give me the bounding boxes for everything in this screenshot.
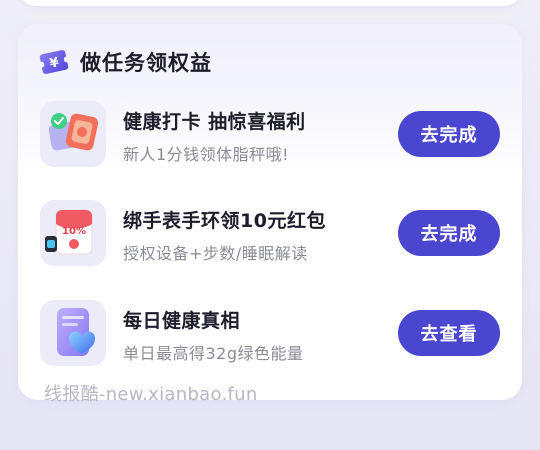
task-item-health-checkin[interactable]: 健康打卡 抽惊喜福利 新人1分钱领体脂秤哦! 去完成 bbox=[40, 101, 500, 169]
scale-gift-icon bbox=[40, 101, 106, 167]
task-title: 绑手表手环领10元红包 bbox=[123, 210, 326, 232]
previous-card bbox=[18, 0, 522, 6]
task-item-bind-watch[interactable]: 10% 绑手表手环领10元红包 授权设备+步数/睡眠解读 去完成 bbox=[40, 200, 500, 268]
watch-red-packet-icon: 10% bbox=[40, 200, 106, 266]
task-subtitle: 新人1分钱领体脂秤哦! bbox=[123, 145, 290, 164]
tasks-panel: ¥ 做任务领权益 健康打卡 抽惊喜福利 新人1分钱领体脂秤哦! 去完成 10% bbox=[18, 24, 522, 400]
complete-task-button[interactable]: 去完成 bbox=[398, 210, 500, 256]
red-packet-label: 10% bbox=[62, 226, 86, 237]
task-subtitle: 单日最高得32g绿色能量 bbox=[123, 344, 304, 363]
yen-ticket-icon: ¥ bbox=[39, 50, 69, 74]
task-item-daily-health-truth[interactable]: 每日健康真相 单日最高得32g绿色能量 去查看 bbox=[40, 300, 500, 368]
phone-heart-icon bbox=[40, 300, 106, 366]
panel-header: ¥ 做任务领权益 bbox=[38, 44, 212, 80]
panel-title: 做任务领权益 bbox=[80, 51, 212, 75]
task-subtitle: 授权设备+步数/睡眠解读 bbox=[123, 244, 308, 263]
view-task-button[interactable]: 去查看 bbox=[398, 310, 500, 356]
watermark-text: 线报酷-new.xianbao.fun bbox=[44, 384, 258, 405]
task-title: 每日健康真相 bbox=[123, 310, 241, 332]
complete-task-button[interactable]: 去完成 bbox=[398, 111, 500, 157]
task-title: 健康打卡 抽惊喜福利 bbox=[123, 111, 306, 133]
